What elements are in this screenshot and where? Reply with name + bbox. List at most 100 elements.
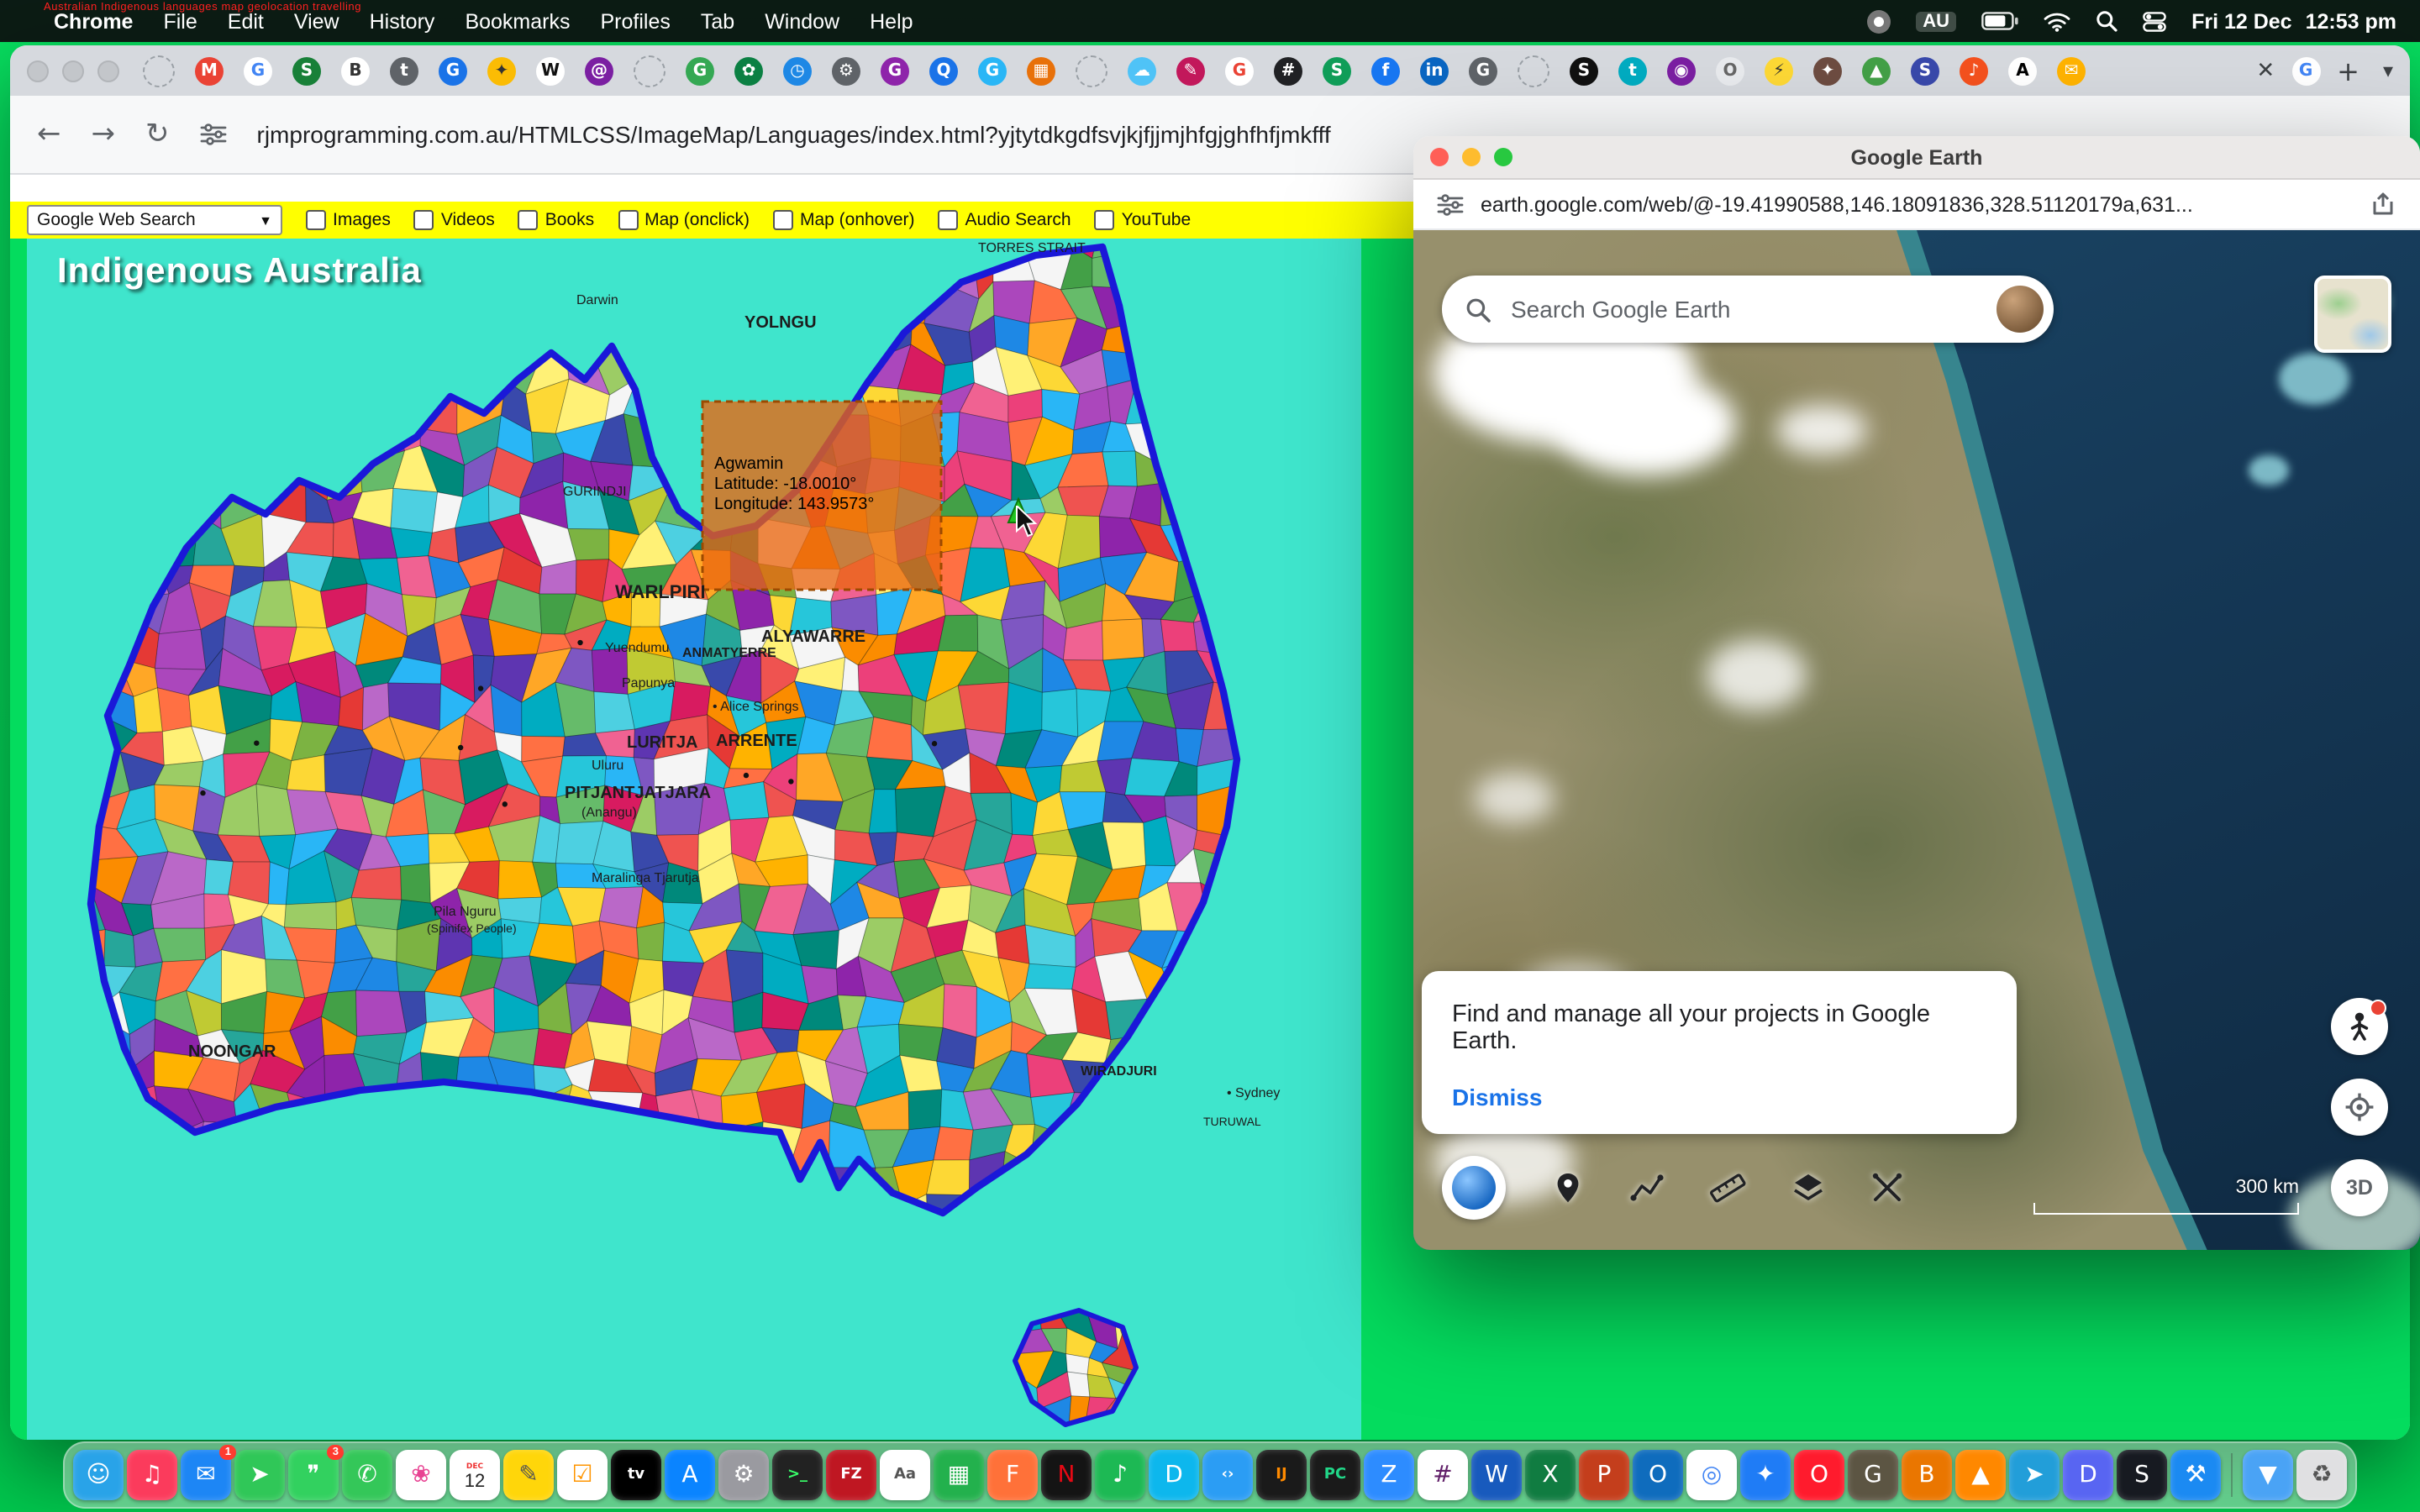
dock-word[interactable]: W [1471,1450,1522,1500]
checkbox-box[interactable] [1095,210,1115,230]
pegman-button[interactable] [2331,998,2388,1055]
earth-viewport[interactable]: Find and manage all your projects in Goo… [1413,230,2420,1250]
search-mode-select[interactable]: Google Web Search▼ [27,205,282,235]
tab-favicon[interactable]: S [1911,56,1939,85]
control-center-icon[interactable] [2143,11,2166,31]
tab-favicon[interactable]: ◷ [783,56,812,85]
tab-favicon[interactable]: t [390,56,418,85]
dock-gimp[interactable]: G [1848,1450,1898,1500]
dismiss-button[interactable]: Dismiss [1452,1084,1542,1110]
zoom-window-button[interactable] [97,60,119,81]
checkbox-map-onclick-[interactable]: Map (onclick) [618,210,750,230]
dock-app-store[interactable]: A [665,1450,715,1500]
tab-favicon[interactable]: ♪ [1960,56,1988,85]
address-bar[interactable]: earth.google.com/web/@-19.41990588,146.1… [1481,192,2353,216]
back-button[interactable]: ← [37,118,61,151]
site-info-icon[interactable] [1437,192,1464,216]
tab-favicon[interactable]: ☁ [1128,56,1156,85]
search-input[interactable] [1507,294,1980,324]
tab-favicon[interactable]: G [244,56,272,85]
layers-button[interactable] [1791,1171,1825,1205]
dock-filezilla[interactable]: FZ [826,1450,876,1500]
dock-maps[interactable]: ➤ [234,1450,285,1500]
checkbox-books[interactable]: Books [518,210,594,230]
tab-favicon[interactable]: A [2008,56,2037,85]
share-icon[interactable] [2370,192,2396,217]
dock-music[interactable]: ♫ [127,1450,177,1500]
checkbox-box[interactable] [518,210,539,230]
tab-favicon[interactable]: ⚙ [832,56,860,85]
menu-bookmarks[interactable]: Bookmarks [465,9,570,33]
tab-favicon[interactable]: Q [929,56,958,85]
checkbox-box[interactable] [618,210,638,230]
tab-favicon[interactable] [634,55,666,87]
zoom-window-button[interactable] [1494,148,1512,166]
dock-excel[interactable]: X [1525,1450,1576,1500]
tab-favicon[interactable]: G [1225,56,1254,85]
tab-favicon[interactable] [143,55,175,87]
dock-numbers[interactable]: ▦ [934,1450,984,1500]
tab-favicon[interactable]: S [1570,56,1598,85]
tab-favicon[interactable]: ✿ [734,56,763,85]
dock-tv[interactable]: tv [611,1450,661,1500]
close-tab-button[interactable]: ✕ [2256,58,2275,83]
checkbox-youtube[interactable]: YouTube [1095,210,1192,230]
tab-favicon[interactable]: M [195,56,224,85]
dock-slack[interactable]: # [1418,1450,1468,1500]
dock-opera[interactable]: O [1794,1450,1844,1500]
forward-button[interactable]: → [92,118,116,151]
3d-toggle-button[interactable]: 3D [2331,1159,2388,1216]
tab-search-chevron-icon[interactable]: ▾ [2383,59,2393,82]
dock-reminders[interactable]: ☑ [557,1450,608,1500]
tab-favicon[interactable]: ⚡ [1765,56,1793,85]
dock-vlc[interactable]: ▲ [1955,1450,2006,1500]
dock-docker[interactable]: D [1149,1450,1199,1500]
tab-favicon[interactable]: t [1618,56,1647,85]
dock-system-settings[interactable]: ⚙ [718,1450,769,1500]
dock-spotify[interactable]: ♪ [1095,1450,1145,1500]
dock-intellij[interactable]: IJ [1256,1450,1307,1500]
tab-favicon[interactable]: ✦ [1813,56,1842,85]
dock-powerpoint[interactable]: P [1579,1450,1629,1500]
tab-favicon[interactable]: B [341,56,370,85]
checkbox-box[interactable] [939,210,959,230]
dock-safari[interactable]: ✦ [1740,1450,1791,1500]
dock-firefox[interactable]: F [987,1450,1038,1500]
tab-favicon[interactable]: G [978,56,1007,85]
tab-favicon[interactable]: # [1274,56,1302,85]
tab-favicon[interactable]: in [1420,56,1449,85]
dock-downloads[interactable]: ▼ [2243,1450,2293,1500]
dock-calendar[interactable]: DEC12 [450,1450,500,1500]
placemark-pin-button[interactable] [1551,1171,1585,1205]
menu-history[interactable]: History [370,9,435,33]
dock-vscode[interactable]: ‹› [1202,1450,1253,1500]
dock-messages[interactable]: ❞3 [288,1450,339,1500]
dock-pycharm[interactable]: PC [1310,1450,1360,1500]
dock-discord[interactable]: D [2063,1450,2113,1500]
dock-facetime[interactable]: ✆ [342,1450,392,1500]
dock-terminal[interactable]: >_ [772,1450,823,1500]
new-tab-button[interactable]: + [2337,55,2360,87]
menu-help[interactable]: Help [870,9,913,33]
my-location-button[interactable] [2331,1079,2388,1136]
dock-trash[interactable]: ♻ [2296,1450,2347,1500]
dock-telegram[interactable]: ➤ [2009,1450,2060,1500]
tab-favicon[interactable]: ✉ [2057,56,2086,85]
overview-minimap[interactable] [2314,276,2391,353]
input-source-menu[interactable]: AU [1916,11,1956,31]
close-window-button[interactable] [27,60,49,81]
draw-path-button[interactable] [1630,1173,1664,1203]
tab-favicon[interactable]: G [686,56,714,85]
checkbox-box[interactable] [773,210,793,230]
dock-outlook[interactable]: O [1633,1450,1683,1500]
chrome-traffic-lights[interactable] [27,60,119,81]
menu-tab[interactable]: Tab [701,9,734,33]
earth-home-button[interactable] [1442,1156,1506,1220]
tab-favicon[interactable]: @ [585,56,613,85]
reload-button[interactable]: ↻ [145,118,170,151]
measure-ruler-button[interactable] [1709,1171,1746,1205]
checkbox-images[interactable]: Images [306,210,391,230]
close-window-button[interactable] [1430,148,1449,166]
dock-notes[interactable]: ✎ [503,1450,554,1500]
tab-favicon[interactable] [1076,55,1107,87]
